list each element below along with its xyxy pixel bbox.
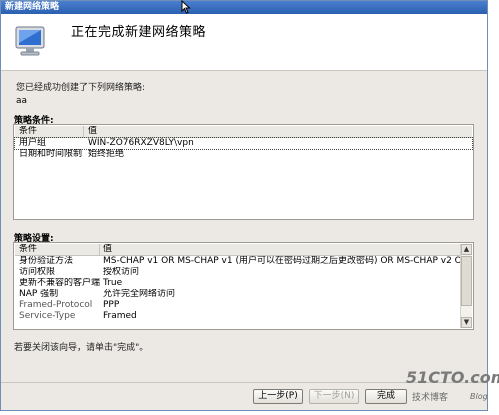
table-row[interactable]: 用户组 WIN-ZO76RXZV8LY\vpn <box>14 137 473 150</box>
scroll-up-button[interactable]: ▲ <box>461 244 472 255</box>
setting-value: MS-CHAP v1 OR MS-CHAP v1 (用户可以在密码过期之后更改密… <box>103 256 460 266</box>
intro-text: 您已经成功创建了下列网络策略: <box>16 83 146 93</box>
conditions-list[interactable]: 条件 值 用户组 WIN-ZO76RXZV8LY\vpn 日期和时间限制 始终拒… <box>13 124 474 220</box>
next-button[interactable]: 下一步(N) <box>309 389 359 404</box>
setting-name: 更新不兼容的客户端 <box>19 278 101 288</box>
conditions-header-row: 条件 值 <box>15 126 472 138</box>
setting-value: True <box>103 278 123 288</box>
scroll-thumb[interactable] <box>461 256 472 306</box>
table-row[interactable]: 日期和时间限制 始终拒绝 <box>15 149 472 160</box>
setting-name: NAP 强制 <box>19 289 59 299</box>
condition-value: WIN-ZO76RXZV8LY\vpn <box>88 138 194 148</box>
condition-name: 用户组 <box>19 138 47 148</box>
finish-button[interactable]: 完成 <box>365 389 407 404</box>
policy-name: aa <box>16 96 28 106</box>
table-row[interactable]: 访问权限 授权访问 <box>15 267 460 278</box>
condition-name: 日期和时间限制 <box>19 149 83 159</box>
column-header-value[interactable]: 值 <box>103 244 112 255</box>
watermark: 51CTO.com 技术博客 Blog <box>406 368 499 408</box>
table-row[interactable]: 更新不兼容的客户端 True <box>15 278 460 289</box>
table-row[interactable]: 身份验证方法 MS-CHAP v1 OR MS-CHAP v1 (用户可以在密码… <box>15 256 460 267</box>
settings-scrollbar[interactable]: ▲ ▼ <box>460 244 472 328</box>
setting-name: Framed-Protocol <box>19 300 93 310</box>
mouse-cursor-icon <box>181 0 191 14</box>
watermark-site: 51CTO.com <box>406 368 499 387</box>
setting-value: 授权访问 <box>103 267 140 277</box>
column-header-condition[interactable]: 条件 <box>19 126 37 137</box>
setting-value: 允许完全网络访问 <box>103 289 176 299</box>
setting-value: PPP <box>103 300 120 310</box>
computer-monitor-icon <box>15 26 45 56</box>
back-button[interactable]: 上一步(P) <box>253 389 303 404</box>
scroll-down-button[interactable]: ▼ <box>461 317 472 328</box>
settings-header-row: 条件 值 <box>15 244 460 256</box>
wizard-window: 新建网络策略 正在完成新建网络策略 您已经成功创建了下列网络策略: aa 策略条… <box>0 0 488 411</box>
watermark-blog: Blog <box>470 392 488 401</box>
setting-name: Service-Type <box>19 311 76 321</box>
page-title: 正在完成新建网络策略 <box>71 25 207 40</box>
setting-name: 身份验证方法 <box>19 256 74 266</box>
table-row[interactable]: Service-Type Framed <box>15 311 460 322</box>
column-header-condition[interactable]: 条件 <box>19 244 37 255</box>
setting-value: Framed <box>103 311 137 321</box>
window-title: 新建网络策略 <box>1 1 487 14</box>
watermark-sub: 技术博客 <box>412 393 449 403</box>
setting-name: 访问权限 <box>19 267 56 277</box>
table-row[interactable]: NAP 强制 允许完全网络访问 <box>15 289 460 300</box>
column-header-value[interactable]: 值 <box>88 126 97 137</box>
table-row[interactable]: Framed-Protocol PPP <box>15 300 460 311</box>
condition-value: 始终拒绝 <box>88 149 125 159</box>
wizard-header: 正在完成新建网络策略 <box>1 14 487 71</box>
finish-hint: 若要关闭该向导，请单击"完成"。 <box>14 343 149 353</box>
settings-list[interactable]: 条件 值 身份验证方法 MS-CHAP v1 OR MS-CHAP v1 (用户… <box>13 242 474 330</box>
